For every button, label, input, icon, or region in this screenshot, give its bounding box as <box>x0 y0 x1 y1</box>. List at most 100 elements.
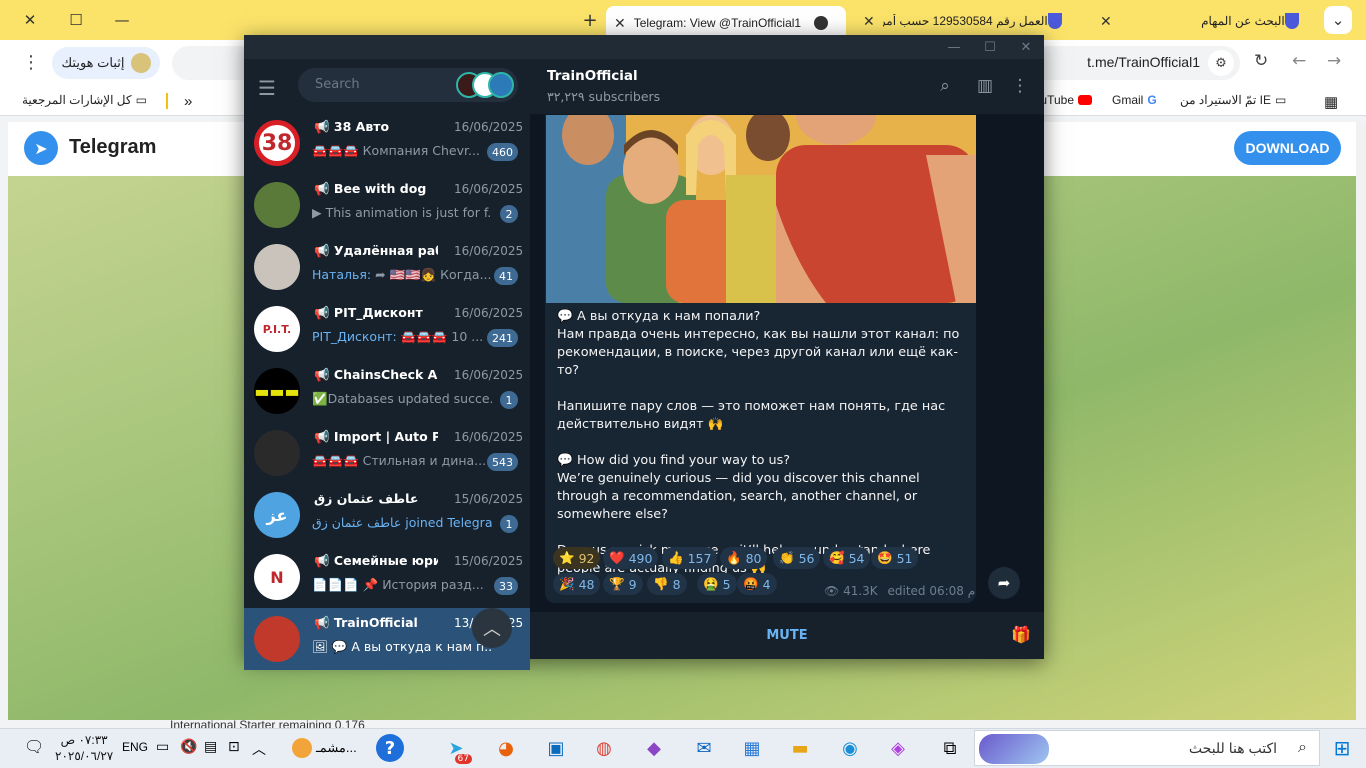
bookmark-gmail[interactable]: Gmail G <box>1112 93 1157 107</box>
forward-share-icon[interactable]: ➦ <box>988 567 1020 599</box>
reaction-button[interactable]: 👏 56 <box>773 547 821 569</box>
camera-icon[interactable]: ⊡ <box>228 739 240 755</box>
chat-list-item[interactable]: P.I.T. 📢 PIT_Дисконт 16/06/2025 PIT_Дисконт… <box>244 298 530 360</box>
reaction-button[interactable]: 🔥 80 <box>720 547 768 569</box>
menu-kebab-icon[interactable]: ⋮ <box>22 52 40 73</box>
reaction-button[interactable]: ❤️ 490 <box>603 547 659 569</box>
more-options-icon[interactable]: ⋮ <box>1010 76 1030 96</box>
reaction-button[interactable]: 🏆 9 <box>603 573 643 595</box>
copilot-icon[interactable]: ◈ <box>882 732 914 764</box>
windows-start-icon[interactable]: ⊞ <box>1326 732 1358 764</box>
reaction-emoji-icon: ⭐ <box>559 550 575 565</box>
taskbar-search-input[interactable]: ⌕ اكتب هنا للبحث <box>974 730 1320 766</box>
volume-muted-icon[interactable]: 🔇 <box>180 739 197 755</box>
tab-close-icon[interactable]: ✕ <box>1100 13 1112 30</box>
chat-list-item[interactable]: 📢 Bee with dog 16/06/2025 ▶ This animation… <box>244 174 530 236</box>
reaction-button[interactable]: 🎉 48 <box>553 573 601 595</box>
maximize-icon[interactable]: ☐ <box>972 35 1008 59</box>
telegram-logo-icon[interactable]: ➤ <box>24 131 58 165</box>
edge-icon[interactable]: ◉ <box>834 732 866 764</box>
reaction-emoji-icon: 🤬 <box>743 576 759 591</box>
chat-list-item[interactable]: 📢 Удалённая рабо... 16/06/2025 Наталья: ➦ … <box>244 236 530 298</box>
network-icon[interactable]: ▤ <box>204 739 217 755</box>
message-illustration[interactable] <box>546 115 976 303</box>
new-tab-button[interactable]: + <box>576 8 604 32</box>
tray-chevron-icon[interactable]: ︿ <box>252 739 266 759</box>
reaction-button[interactable]: 🤬 4 <box>737 573 777 595</box>
task-view-icon[interactable]: ⧉ <box>934 732 966 764</box>
outlook-icon[interactable]: ✉ <box>688 732 720 764</box>
search-icon[interactable]: ⌕ <box>935 76 955 96</box>
views-eye-icon: 👁 <box>824 584 840 598</box>
browser-tab-strip: ✕ ☐ — + ✕ Telegram: View @TrainOfficial1… <box>0 0 1366 40</box>
chat-preview-sender: عاطف عثمان زق joined Telegram <box>312 515 492 530</box>
weather-widget[interactable]: مشمـ... <box>292 738 357 758</box>
m365-icon[interactable]: ◆ <box>638 732 670 764</box>
reaction-button[interactable]: 🤩 51 <box>871 547 919 569</box>
site-brand[interactable]: Telegram <box>69 136 156 159</box>
page-scrollbar[interactable] <box>1356 122 1366 720</box>
tab-search-icon[interactable]: ⌄ <box>1324 6 1352 34</box>
chrome-icon[interactable]: ◍ <box>588 732 620 764</box>
clock-time: ٠٧:٣٣ ص <box>60 733 108 747</box>
chat-preview-text: 🚘🚘🚘 10 ... <box>396 329 484 344</box>
file-explorer-icon[interactable]: ▬ <box>784 732 816 764</box>
all-bookmarks[interactable]: كل الإشارات المرجعية ▭ <box>22 93 147 107</box>
scroll-up-button[interactable]: ︿ <box>472 608 512 648</box>
unread-badge: 1 <box>500 515 518 533</box>
weather-label: مشمـ... <box>316 740 357 755</box>
hamburger-menu-icon[interactable]: ☰ <box>258 76 284 100</box>
minimize-icon[interactable]: — <box>936 35 972 59</box>
search-input[interactable]: Search <box>298 68 518 102</box>
chat-list-item[interactable]: N 📢 Семейные юрис... 15/06/2025 📄📄📄 📌 Истор… <box>244 546 530 608</box>
address-text[interactable]: t.me/TrainOfficial1 <box>1060 54 1200 70</box>
bookmark-ie-import[interactable]: تمّ الاستيراد من IE ▭ <box>1180 93 1286 107</box>
more-bookmarks-icon[interactable]: » <box>184 93 192 110</box>
reaction-button[interactable]: ⭐ 92 <box>553 547 601 569</box>
reaction-button[interactable]: 🤮 5 <box>697 573 737 595</box>
download-button[interactable]: DOWNLOAD <box>1234 131 1341 165</box>
mute-button[interactable]: MUTE <box>530 628 1044 643</box>
chat-avatar: P.I.T. <box>254 306 300 352</box>
clock[interactable]: ٠٧:٣٣ ص ٢٠٢٥/٠٦/٢٧ <box>55 732 113 764</box>
close-icon[interactable]: ✕ <box>1008 35 1044 59</box>
notifications-icon[interactable]: 🗨 <box>24 737 44 756</box>
forward-icon[interactable]: → <box>1327 51 1341 71</box>
back-icon[interactable]: ← <box>1292 51 1306 71</box>
reload-icon[interactable]: ↻ <box>1254 51 1268 71</box>
chat-list-item[interactable]: 38 📢 38 Авто 16/06/2025 🚘🚘🚘 Компания Chevr.… <box>244 112 530 174</box>
chat-list-item[interactable]: عز عاطف عثمان زق 15/06/2025 عاطف عثمان زق j… <box>244 484 530 546</box>
maximize-window-icon[interactable]: ☐ <box>62 8 90 32</box>
chat-date: 16/06/2025 <box>454 182 524 196</box>
reaction-button[interactable]: 👎 8 <box>647 573 687 595</box>
gift-icon[interactable]: 🎁 <box>1011 625 1031 645</box>
firefox-icon[interactable]: ◕ <box>490 732 522 764</box>
reaction-count: 490 <box>628 550 653 566</box>
channel-title[interactable]: TrainOfficial <box>547 68 638 84</box>
tab-close-icon[interactable]: ✕ <box>614 15 626 32</box>
reaction-button[interactable]: 🥰 54 <box>823 547 871 569</box>
sidebar-toggle-icon[interactable]: ▥ <box>975 76 995 96</box>
verify-identity-button[interactable]: إثبات هويتك <box>52 47 160 79</box>
store-icon[interactable]: ▦ <box>736 732 768 764</box>
folder-icon: ▭ <box>1275 93 1287 107</box>
bookmark-youtube[interactable]: YouTube <box>1044 93 1092 107</box>
chat-list-item[interactable]: ▬▬▬ 📢 ChainsCheck AML 16/06/2025 ✅Databases… <box>244 360 530 422</box>
telegram-taskbar-icon[interactable]: ➤ 67 <box>440 732 472 764</box>
stories-avatars-icon[interactable] <box>456 72 514 98</box>
chat-list-item[interactable]: 📢 Import | Auto Pr... 16/06/2025 🚘🚘🚘 Стиль… <box>244 422 530 484</box>
site-info-icon[interactable]: ⚙ <box>1208 50 1234 76</box>
search-placeholder: Search <box>315 77 360 92</box>
app-icon[interactable]: ▣ <box>540 732 572 764</box>
reaction-count: 54 <box>848 550 865 566</box>
apps-grid-icon[interactable]: ▦ <box>1324 93 1338 111</box>
tab-close-icon[interactable]: ✕ <box>863 13 875 30</box>
close-window-icon[interactable]: ✕ <box>16 8 44 32</box>
tab-search-tasks[interactable]: ✕ البحث عن المهام <box>1092 6 1317 36</box>
battery-icon[interactable]: ▭ <box>156 739 169 755</box>
minimize-window-icon[interactable]: — <box>108 8 136 32</box>
language-indicator[interactable]: ENG <box>122 740 148 754</box>
tab-job[interactable]: ✕ العمل رقم 129530584 حسب أمر <box>855 6 1080 36</box>
reaction-button[interactable]: 👍 157 <box>662 547 718 569</box>
help-icon[interactable]: ? <box>376 734 404 762</box>
